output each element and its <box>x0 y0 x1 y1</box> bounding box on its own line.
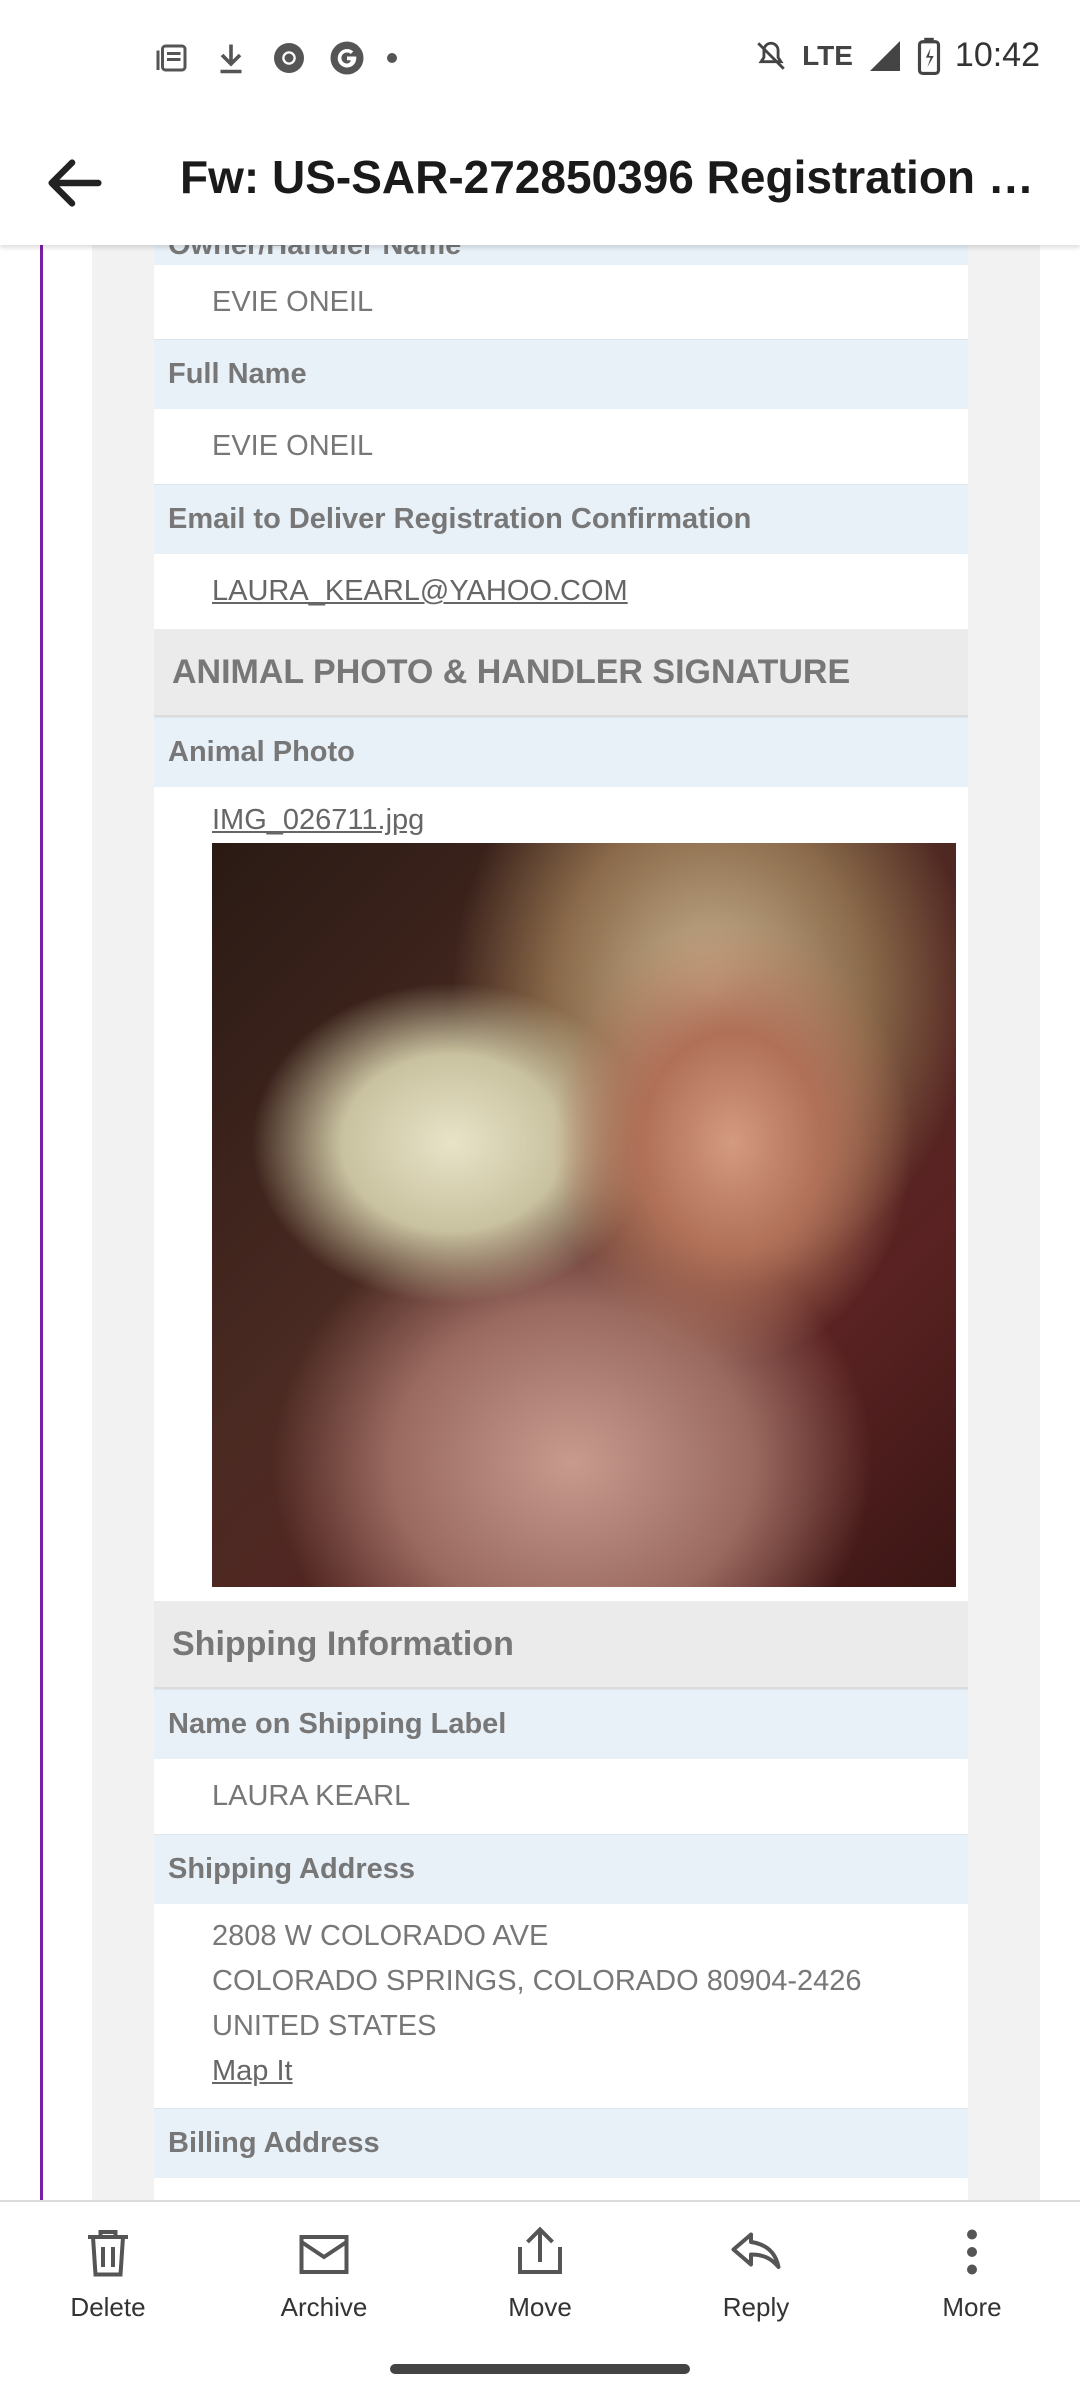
email-label: Email to Deliver Registration Confirmati… <box>154 484 968 554</box>
shipping-section-header: Shipping Information <box>154 1601 968 1689</box>
google-icon <box>330 41 364 75</box>
shipping-name-label: Name on Shipping Label <box>154 1689 968 1759</box>
address-line: UNITED STATES <box>212 2010 437 2042</box>
archive-button[interactable]: Archive <box>216 2202 432 2340</box>
billing-address-value <box>154 2178 968 2200</box>
email-body[interactable]: Owner/Handler Name EVIE ONEIL Full Name … <box>0 245 1080 2200</box>
reply-button[interactable]: Reply <box>648 2202 864 2340</box>
move-icon <box>518 2226 562 2274</box>
move-button[interactable]: Move <box>432 2202 648 2340</box>
photo-section-header: ANIMAL PHOTO & HANDLER SIGNATURE <box>154 629 968 717</box>
system-status: LTE 10:42 <box>754 36 1040 75</box>
email-subject: Fw: US-SAR-272850396 Registration Re... <box>180 151 1060 203</box>
more-button[interactable]: More <box>864 2202 1080 2340</box>
address-line: COLORADO SPRINGS, COLORADO 80904-2426 <box>212 1965 862 1997</box>
animal-photo-label: Animal Photo <box>154 717 968 787</box>
move-label: Move <box>508 2292 572 2322</box>
archive-icon <box>299 2235 349 2274</box>
battery-icon <box>917 37 940 75</box>
download-icon <box>220 44 242 74</box>
back-arrow-icon[interactable] <box>40 148 110 218</box>
mute-icon <box>757 41 785 70</box>
status-bar: LTE 10:42 <box>0 0 1080 120</box>
animal-photo[interactable] <box>212 843 956 1587</box>
clock: 10:42 <box>954 36 1040 74</box>
app-bar: Fw: US-SAR-272850396 Registration Re... <box>0 120 1080 245</box>
notification-icons <box>155 40 397 76</box>
dot-icon <box>387 53 397 63</box>
reply-label: Reply <box>722 2292 790 2322</box>
address-line: 2808 W COLORADO AVE <box>212 1920 549 1952</box>
shipping-address-label: Shipping Address <box>154 1834 968 1904</box>
signal-icon <box>869 40 900 71</box>
navigation-bar <box>0 2340 1080 2400</box>
full-name-label: Full Name <box>154 339 968 409</box>
email-link[interactable]: LAURA_KEARL@YAHOO.COM <box>212 575 628 608</box>
more-label: More <box>942 2292 1002 2322</box>
delete-button[interactable]: Delete <box>0 2202 216 2340</box>
reply-icon <box>731 2232 781 2269</box>
chrome-icon <box>274 43 304 73</box>
billing-address-label: Billing Address <box>154 2108 968 2178</box>
archive-label: Archive <box>280 2292 368 2322</box>
animal-photo-container: IMG_026711.jpg <box>154 787 968 1601</box>
email-row: LAURA_KEARL@YAHOO.COM <box>154 554 968 629</box>
news-icon <box>156 44 187 72</box>
registration-table: Owner/Handler Name EVIE ONEIL Full Name … <box>154 245 968 2200</box>
owner-handler-label: Owner/Handler Name <box>154 245 968 265</box>
more-vert-icon <box>967 2229 977 2275</box>
network-type: LTE <box>802 39 853 71</box>
bottom-toolbar: Delete Archive Move Reply More <box>0 2200 1080 2340</box>
delete-label: Delete <box>70 2292 146 2322</box>
trash-icon <box>88 2230 128 2277</box>
full-name-value: EVIE ONEIL <box>154 409 968 484</box>
shipping-name-value: LAURA KEARL <box>154 1759 968 1834</box>
thread-indicator <box>40 245 43 2200</box>
home-indicator[interactable] <box>390 2364 690 2374</box>
shipping-address-block: 2808 W COLORADO AVE COLORADO SPRINGS, CO… <box>154 1904 968 2108</box>
photo-file-link[interactable]: IMG_026711.jpg <box>212 797 954 843</box>
map-it-link[interactable]: Map It <box>212 2055 293 2087</box>
owner-handler-value: EVIE ONEIL <box>154 265 968 339</box>
